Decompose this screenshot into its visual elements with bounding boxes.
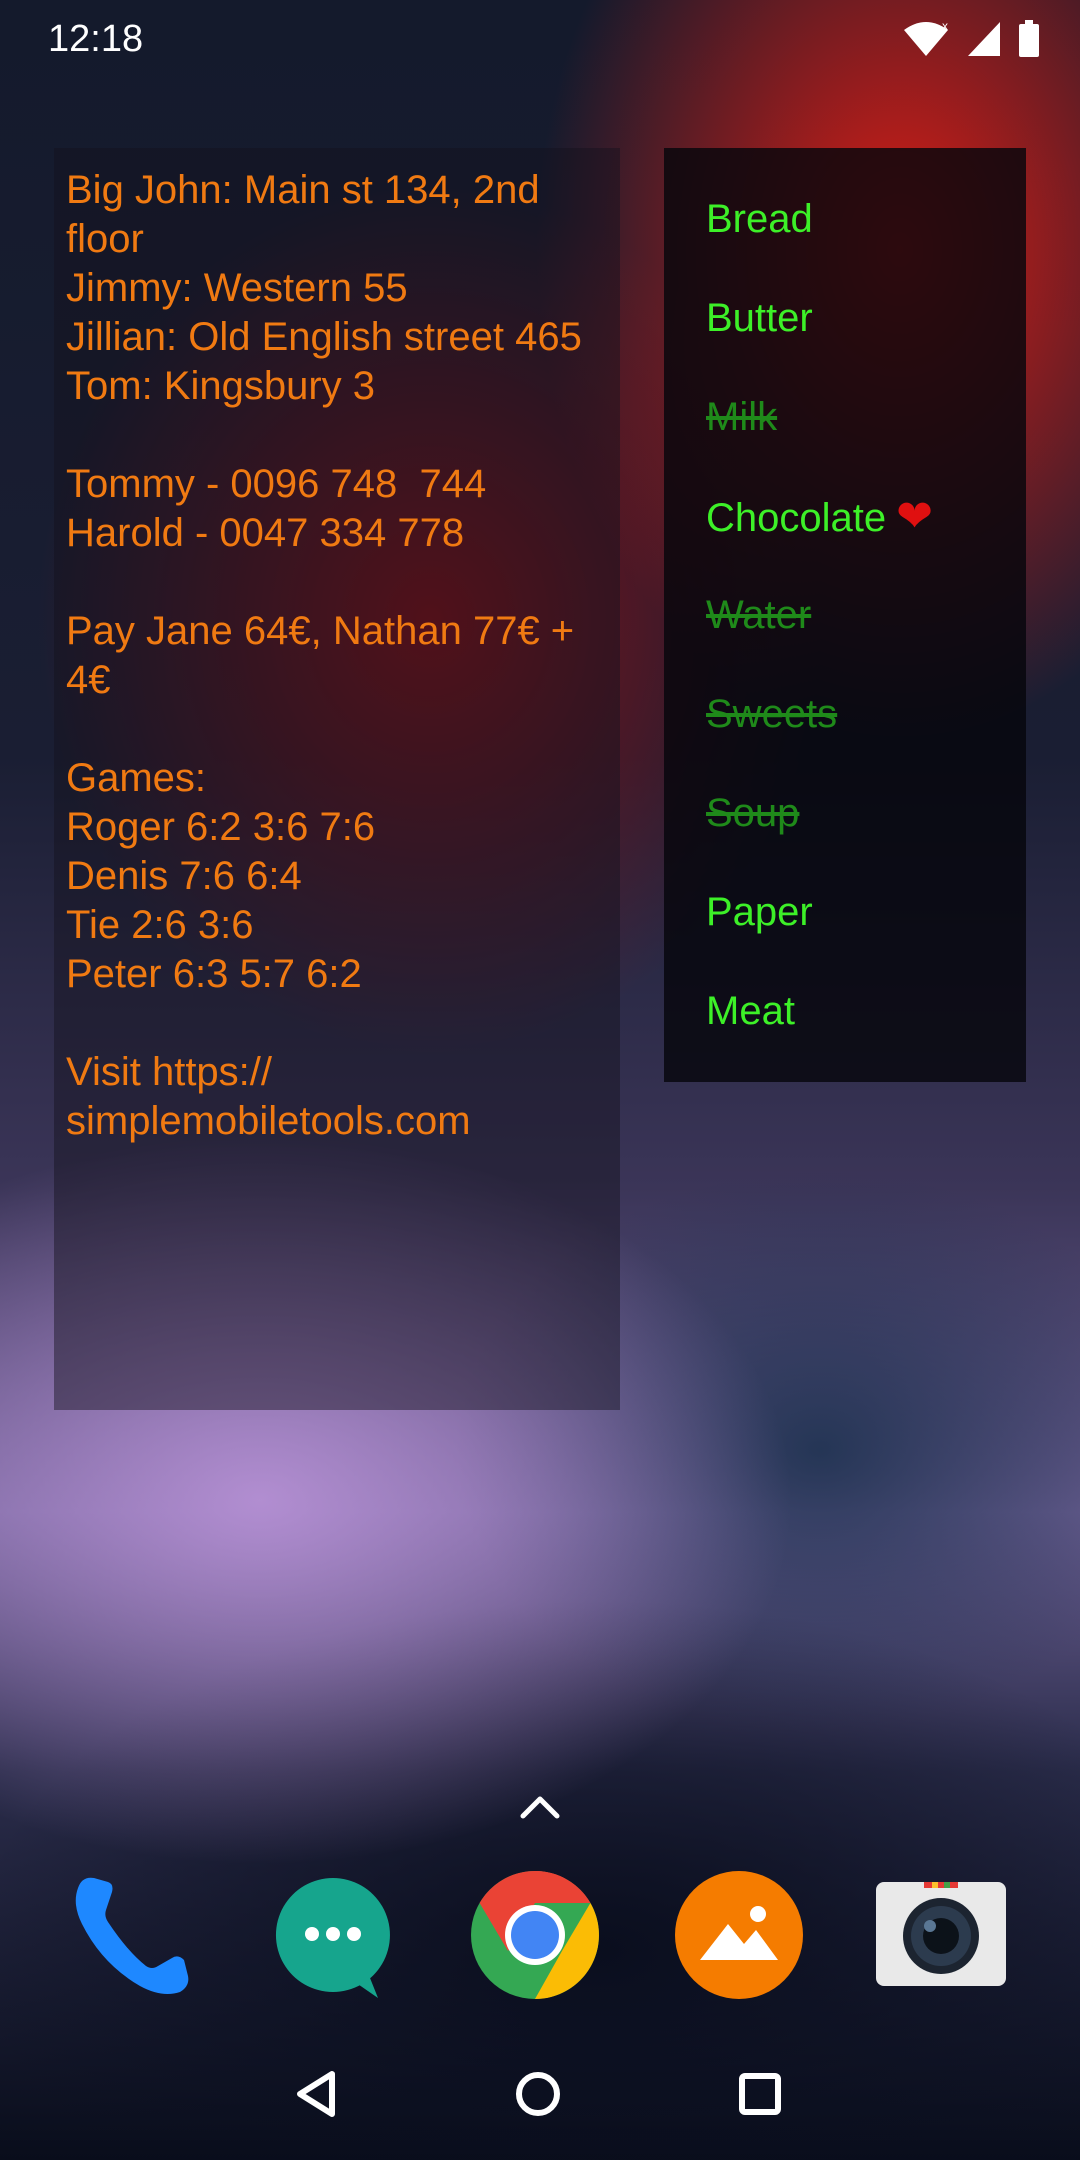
checklist-widget[interactable]: Bread Butter Milk Chocolate ❤ Water Sweet…	[664, 148, 1026, 1082]
checklist-item-bread[interactable]: Bread	[706, 170, 1026, 269]
home-icon[interactable]	[508, 2064, 568, 2124]
phone-app-icon[interactable]	[62, 1868, 196, 2002]
checklist-item-label: Milk	[706, 395, 778, 439]
checklist-item-label: Water	[706, 593, 812, 637]
camera-app-icon[interactable]	[874, 1868, 1008, 2002]
checklist-item-label: Meat	[706, 989, 795, 1033]
battery-icon	[1019, 20, 1039, 57]
heart-icon: ❤	[896, 492, 933, 541]
signal-icon	[968, 22, 1000, 56]
status-bar: 12:18 x	[0, 0, 1080, 80]
wifi-icon: x	[904, 20, 948, 56]
messages-app-icon[interactable]	[266, 1868, 400, 2002]
checklist-item-label: Paper	[706, 890, 813, 934]
checklist-item-soup[interactable]: Soup	[706, 764, 1026, 863]
checklist-item-chocolate[interactable]: Chocolate ❤	[706, 467, 1026, 566]
checklist-item-paper[interactable]: Paper	[706, 863, 1026, 962]
notes-widget[interactable]: Big John: Main st 134, 2nd floor Jimmy: …	[54, 148, 620, 1410]
checklist-item-water[interactable]: Water	[706, 566, 1026, 665]
notes-text: Big John: Main st 134, 2nd floor Jimmy: …	[66, 168, 582, 1143]
checklist-item-label: Sweets	[706, 692, 838, 736]
recents-icon[interactable]	[730, 2064, 790, 2124]
checklist-item-label: Soup	[706, 791, 800, 835]
checklist-item-label: Bread	[706, 197, 813, 241]
app-drawer-arrow-icon[interactable]	[519, 1792, 561, 1822]
checklist-item-label: Butter	[706, 296, 813, 340]
nav-bar	[0, 2036, 1080, 2160]
dock	[0, 1868, 1080, 2008]
checklist-item-meat[interactable]: Meat	[706, 962, 1026, 1061]
checklist-item-butter[interactable]: Butter	[706, 269, 1026, 368]
status-time: 12:18	[48, 18, 144, 60]
signal-badge: x	[942, 20, 948, 33]
chrome-app-icon[interactable]	[468, 1868, 602, 2002]
checklist-item-milk[interactable]: Milk	[706, 368, 1026, 467]
status-icons: x	[902, 20, 1040, 58]
checklist-item-label: Chocolate	[706, 496, 887, 540]
checklist-item-sweets[interactable]: Sweets	[706, 665, 1026, 764]
back-icon[interactable]	[290, 2064, 350, 2124]
gallery-app-icon[interactable]	[672, 1868, 806, 2002]
